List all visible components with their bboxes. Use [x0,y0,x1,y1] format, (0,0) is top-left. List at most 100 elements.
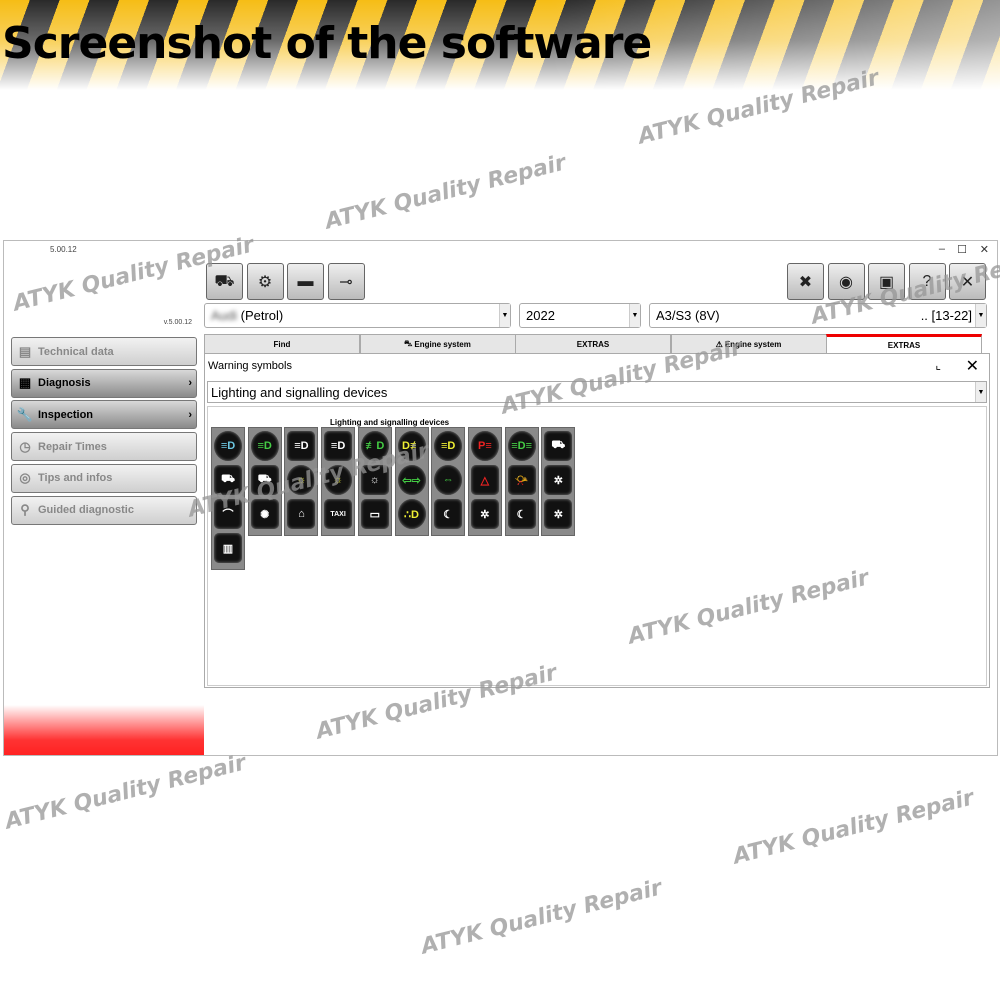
ceiling-light-icon[interactable]: ✲ [544,465,573,495]
tab-label: EXTRAS [887,340,921,350]
banner-title: Screenshot of the software [2,18,652,69]
sidebar-item-technical-data[interactable]: ▤ Technical data [11,337,197,366]
bulb-failure-icon[interactable]: ☼ [324,465,353,495]
symbol-column: ≡D ⇔ ☾ [431,427,466,536]
tab-3[interactable]: ⚠ Engine system [670,334,827,353]
symbol-column: ≡D ⛟ ⌒ ▥ [211,427,245,570]
clock-icon: ◷ [19,438,31,454]
tab-label: Find [273,339,291,349]
headlight-adjust-icon[interactable]: ≡D [324,431,353,461]
tab-2[interactable]: EXTRAS [515,334,671,353]
beacon-icon[interactable]: ⌂ [287,499,316,529]
wheel-icon: ◉ [839,273,853,291]
tab-label: Engine system [724,339,782,349]
side-lights-icon[interactable]: ≡D≡ [507,431,536,461]
dimmer-icon[interactable]: ☼ [360,465,389,495]
night-light-icon[interactable]: ☾ [507,499,536,529]
front-fog-icon[interactable]: ≢D [360,431,389,461]
rear-fog-icon[interactable]: D≢ [397,431,426,461]
hazard-icon[interactable]: △ [470,465,499,495]
battery-button[interactable]: ▬ [287,263,324,300]
sidebar-item-inspection[interactable]: 🔧 Inspection › [11,400,197,430]
sidebar-item-repair-times[interactable]: ◷ Repair Times [11,432,197,462]
panel-close-button[interactable]: ✕ [966,356,979,376]
warning-symbols-panel: Warning symbols ⌞ ✕ Lighting and signall… [204,353,990,688]
maximize-button[interactable]: ☐ [957,243,967,256]
magnifier-icon: ⚲ [20,502,30,517]
symbol-column: ≢D ☼ ▭ [357,427,392,536]
watermark: ATYK Quality Repair [2,750,249,835]
truck-light-icon[interactable]: ⛟ [250,465,279,495]
sidebar-item-label: Guided diagnostic [38,504,134,516]
connector-icon: ⊸ [339,273,353,291]
taxi-icon[interactable]: TAXI [324,499,353,529]
symbol-column: ≡D ☼ TAXI [321,427,356,536]
trailer-truck-icon[interactable]: ⛟ [544,431,573,461]
gearbox-button[interactable]: ▣ [868,263,905,300]
warning-icon: ⚠ [715,339,723,349]
help-button[interactable]: ? [908,263,946,300]
turn-signal-icon[interactable]: ⇦⇨ [397,465,426,495]
sidebar-item-diagnosis[interactable]: ▦ Diagnosis › [11,368,197,398]
document-icon: ▤ [18,343,32,359]
road-light-icon[interactable]: ☾ [434,499,463,529]
chevron-right-icon: › [188,408,192,421]
tab-0[interactable]: Find [204,334,360,353]
low-beam-icon[interactable]: ≡D [214,431,242,461]
engine-button[interactable]: ⚙ [246,263,284,300]
horn-icon[interactable]: 📯 [507,465,536,495]
sidebar-item-guided-diagnostic[interactable]: ⚲ Guided diagnostic [11,495,197,525]
sidebar-item-label: Technical data [38,345,114,358]
footwell-light-icon[interactable]: ✲ [470,499,499,529]
close-button[interactable]: ✕ [949,263,986,300]
exterior-bulb-icon[interactable]: ☼ [287,465,316,495]
watermark: ATYK Quality Repair [322,150,569,235]
sidebar-item-label: Inspection [38,408,94,421]
main-beam-icon[interactable]: ≡D [434,431,463,461]
connector-button[interactable]: ⊸ [327,263,365,300]
window-title: 5.00.12 [50,245,77,254]
symbol-column: P≡ △ ✲ [467,427,502,536]
tools-button[interactable]: ✖ [787,263,824,300]
close-icon: ✕ [960,273,975,291]
year-select[interactable]: 2022 ▼ [519,303,641,328]
version-label: v.5.00.12 [163,319,192,326]
model-value: A3/S3 (8V) [656,308,720,323]
bed-light-icon[interactable]: ✲ [544,499,573,529]
parking-light-icon[interactable]: ∴D [397,499,426,529]
restore-icon[interactable]: ⌞ [935,358,941,372]
tab-1[interactable]: ⛍ Engine system [359,334,516,353]
wheel-button[interactable]: ◉ [827,263,865,300]
window-close-button[interactable]: ✕ [980,243,989,256]
search-light-icon[interactable]: ✺ [250,499,279,529]
category-select[interactable]: Lighting and signalling devices ▼ [207,381,987,403]
wrench-icon: 🔧 [16,406,34,422]
cars-button[interactable]: ⛟ [206,263,243,300]
sidebar-item-tips-and-infos[interactable]: ◎ Tips and infos [11,463,197,493]
minimize-button[interactable]: – [939,243,945,255]
interior-light-icon[interactable]: ▥ [214,533,242,563]
work-light-icon[interactable]: ⌒ [214,499,242,529]
chevron-down-icon: ▼ [975,304,986,327]
headlight-range-icon[interactable]: ≡D [287,431,316,461]
chevron-down-icon: ▼ [499,304,510,327]
model-select[interactable]: A3/S3 (8V) .. [13-22] ▼ [649,303,987,328]
tab-4[interactable]: EXTRAS [826,334,982,353]
trailer-signal-icon[interactable]: ⇔ [434,465,463,495]
year-value: 2022 [526,308,555,323]
help-icon: ? [922,272,932,290]
lightbulb-icon: ◎ [19,470,31,486]
grid-label: Lighting and signalling devices [330,418,450,427]
parking-lights-icon[interactable]: P≡ [470,431,499,461]
engine-icon: ⚙ [257,273,273,291]
watermark: ATYK Quality Repair [418,875,665,960]
make-select[interactable]: Audi (Petrol) ▼ [204,303,511,328]
roof-light-icon[interactable]: ▭ [360,499,389,529]
chevron-down-icon: ▼ [629,304,640,327]
app-window: 5.00.12 – ☐ ✕ v.5.00.12 ▤ Technical data ▦… [3,240,998,756]
chevron-right-icon: › [188,377,192,390]
watermark: ATYK Quality Repair [730,785,977,870]
tow-truck-icon[interactable]: ⛟ [214,465,242,495]
high-beam-icon[interactable]: ≡D [250,431,279,461]
cars-icon: ⛟ [214,272,235,290]
